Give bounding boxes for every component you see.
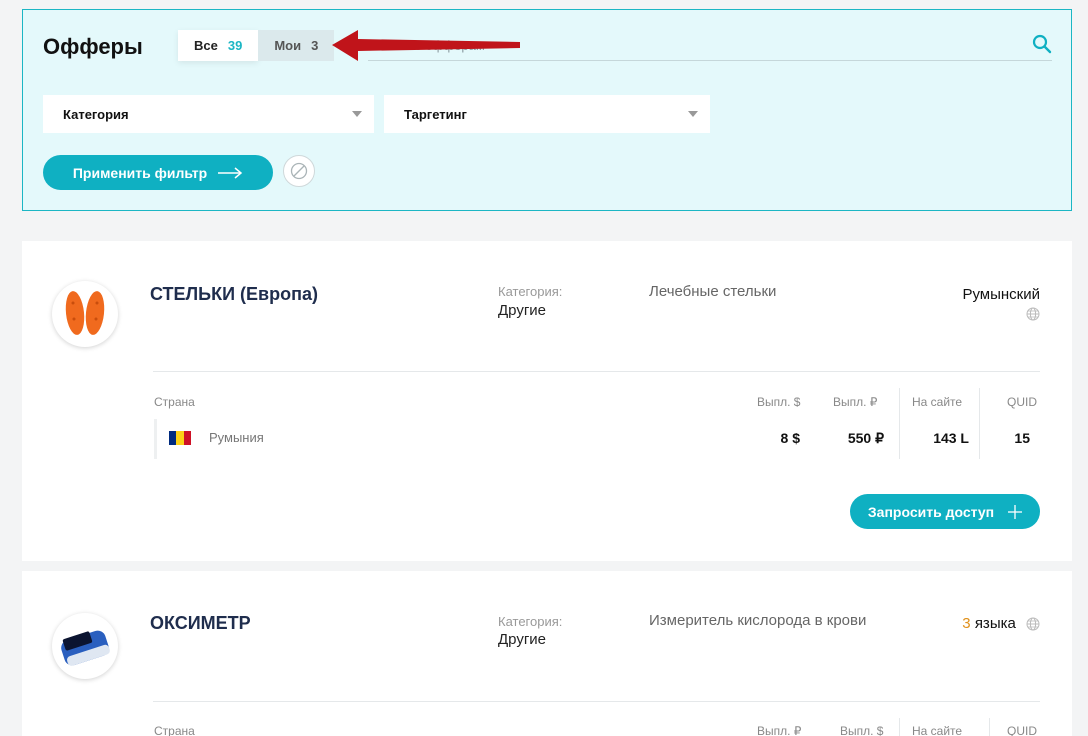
insoles-image	[65, 291, 105, 335]
payout-usd-value: 8 $	[780, 430, 800, 446]
offer-description: Лечебные стельки	[649, 283, 777, 300]
on-site-value: 143 L	[933, 430, 969, 446]
col-header-payout-rub: Выпл. ₽	[833, 395, 878, 409]
col-header-on-site: На сайте	[912, 724, 963, 736]
globe-icon	[1026, 617, 1040, 631]
chevron-down-icon	[688, 111, 698, 117]
column-separator	[989, 718, 990, 736]
search-box	[368, 30, 1052, 61]
col-header-on-site: На сайте	[912, 395, 963, 409]
search-icon[interactable]	[1032, 34, 1052, 54]
tab-mine[interactable]: Мои 3	[258, 30, 335, 61]
country-name: Румыния	[209, 430, 264, 445]
col-header-quid: QUID	[1007, 395, 1037, 409]
category-select-label: Категория	[63, 106, 129, 122]
filter-panel: Офферы Все 39 Мои 3 Категория Таргетинг …	[22, 9, 1072, 211]
col-header-payout-rub: Выпл. ₽	[757, 724, 802, 736]
payout-rub-value: 550 ₽	[847, 430, 884, 446]
tab-mine-label: Мои	[274, 38, 302, 53]
divider	[153, 701, 1040, 702]
reset-filter-button[interactable]	[283, 155, 315, 187]
col-header-quid: QUID	[1007, 724, 1037, 736]
tab-all-count: 39	[227, 38, 243, 53]
apply-filter-button[interactable]: Применить фильтр	[43, 155, 273, 190]
tab-all[interactable]: Все 39	[178, 30, 259, 61]
quid-value: 15	[1014, 430, 1030, 446]
col-header-payout-usd: Выпл. $	[757, 395, 801, 409]
offer-category-value: Другие	[498, 631, 547, 648]
column-separator	[899, 718, 900, 736]
tab-mine-count: 3	[311, 38, 319, 53]
romania-flag-icon	[169, 431, 191, 445]
tab-all-label: Все	[194, 38, 218, 53]
offer-category-label: Категория:	[498, 284, 563, 299]
globe-icon	[1026, 307, 1040, 321]
plus-icon	[1008, 504, 1023, 519]
offer-description: Измеритель кислорода в крови	[649, 612, 867, 629]
table-row: Румыния	[154, 419, 714, 459]
clear-filter-icon	[290, 162, 308, 180]
offer-category-label: Категория:	[498, 614, 563, 629]
col-header-payout-usd: Выпл. $	[840, 724, 884, 736]
offer-language-text: Румынский	[962, 286, 1040, 303]
offer-name[interactable]: СТЕЛЬКИ (Европа)	[150, 284, 318, 305]
request-access-button[interactable]: Запросить доступ	[850, 494, 1040, 529]
language-suffix: языка	[974, 615, 1016, 632]
targeting-select[interactable]: Таргетинг	[384, 95, 710, 133]
col-header-country: Страна	[154, 724, 195, 736]
offer-card: ОКСИМЕТР Категория: Другие Измеритель ки…	[22, 571, 1072, 736]
chevron-down-icon	[352, 111, 362, 117]
offer-name[interactable]: ОКСИМЕТР	[150, 613, 251, 634]
divider	[153, 371, 1040, 372]
category-select[interactable]: Категория	[43, 95, 374, 133]
oximeter-image	[61, 630, 110, 666]
search-input[interactable]	[368, 30, 1052, 60]
col-header-country: Страна	[154, 395, 195, 409]
language-count: 3	[962, 615, 971, 632]
offer-image-oximeter	[52, 613, 118, 679]
offer-language: 3 языка	[962, 615, 1040, 632]
apply-filter-label: Применить фильтр	[72, 164, 208, 181]
offer-language: Румынский	[962, 286, 1040, 325]
offer-tabs: Все 39 Мои 3	[178, 30, 335, 61]
offer-category-value: Другие	[498, 302, 547, 319]
offer-image-insoles	[52, 281, 118, 347]
column-separator	[979, 388, 980, 459]
page-title: Офферы	[43, 34, 143, 59]
column-separator	[899, 388, 900, 459]
request-access-label: Запросить доступ	[867, 503, 995, 520]
offer-card: СТЕЛЬКИ (Европа) Категория: Другие Лечеб…	[22, 241, 1072, 561]
arrow-right-icon	[218, 166, 243, 179]
targeting-select-label: Таргетинг	[404, 106, 467, 122]
